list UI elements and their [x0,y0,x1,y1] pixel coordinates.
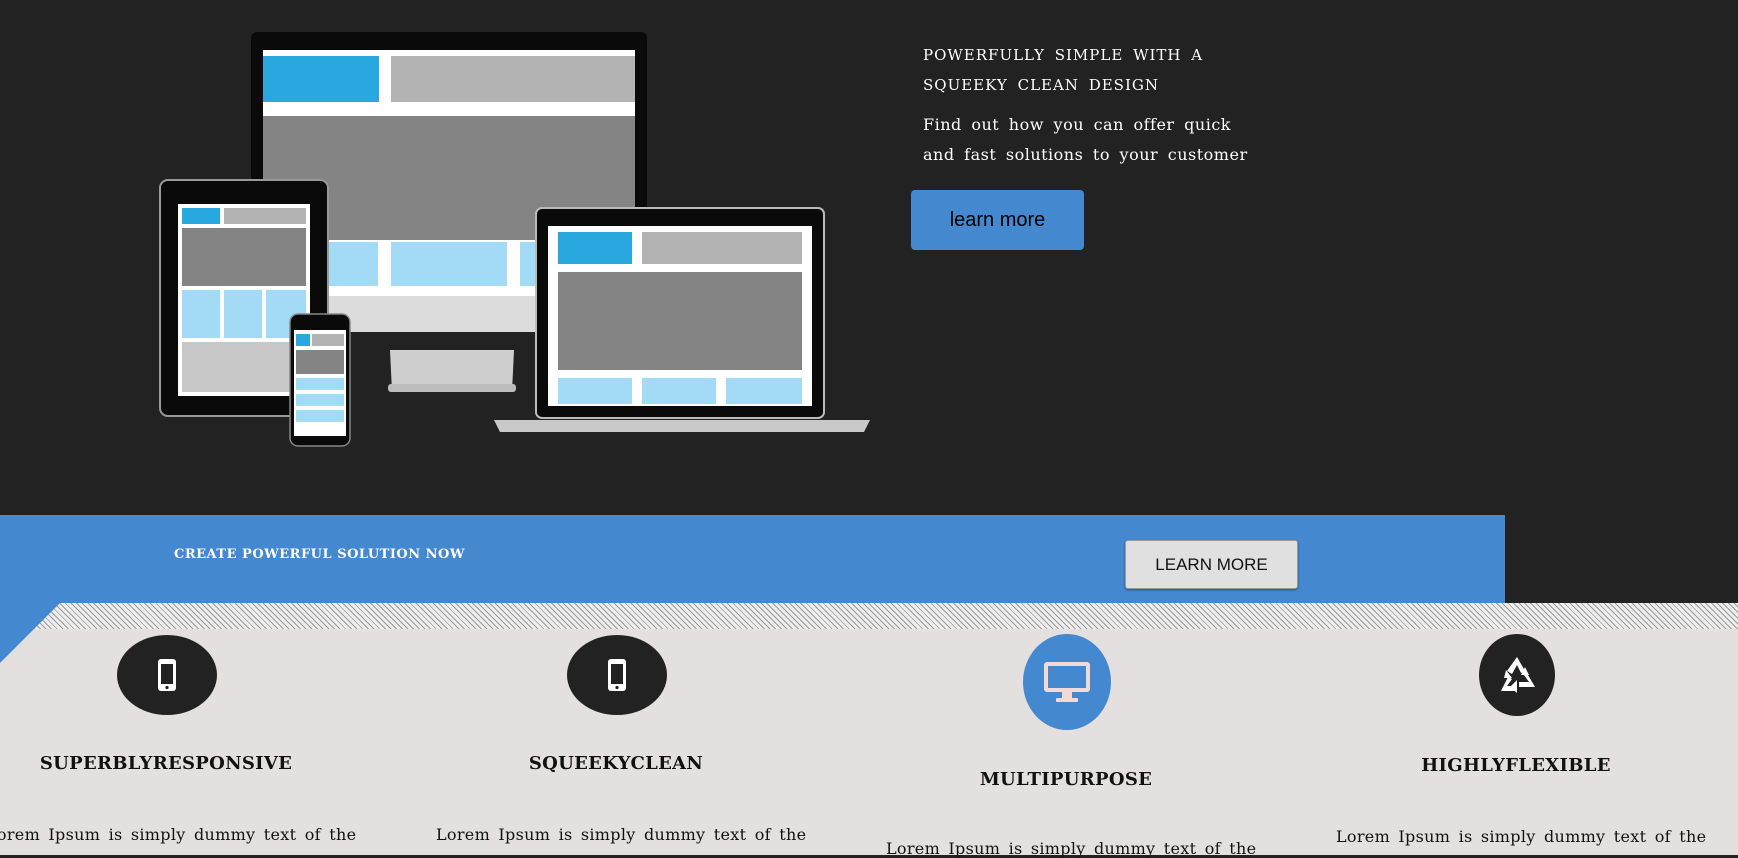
learn-more-cta-button[interactable]: LEARN MORE [1125,540,1298,589]
feature-flexible: HIGHLYFLEXIBLE Lorem Ipsum is simply dum… [1336,629,1707,855]
learn-more-button[interactable]: learn more [911,190,1084,250]
smartphone-icon [567,635,667,715]
hero-subtitle: Find out how you can offer quick and fas… [923,115,1248,164]
cta-title: CREATE POWERFUL SOLUTION NOW [174,547,465,562]
feature-text: Lorem Ipsum is simply dummy text of the [0,825,357,844]
smartphone-icon [117,635,217,715]
feature-text: Lorem Ipsum is simply dummy text of the [436,825,807,844]
hatched-divider [0,603,1738,629]
hero-section: POWERFULLY SIMPLE WITH A SQUEEKY CLEAN D… [0,0,1738,515]
feature-title: SUPERBLYRESPONSIVE [39,753,293,774]
feature-title: SQUEEKYCLEAN [528,753,704,774]
cta-band: CREATE POWERFUL SOLUTION NOW LEARN MORE [0,515,1505,603]
feature-multipurpose: MULTIPURPOSE Lorem Ipsum is simply dummy… [886,629,1257,858]
desktop-icon [1023,634,1111,730]
hero-title: POWERFULLY SIMPLE WITH A SQUEEKY CLEAN D… [923,46,1204,94]
recycle-icon [1479,634,1555,716]
corner-wedge [0,603,60,663]
feature-text: Lorem Ipsum is simply dummy text of the [886,839,1257,858]
laptop-image [494,207,870,432]
feature-title: MULTIPURPOSE [979,769,1153,790]
feature-clean: SQUEEKYCLEAN Lorem Ipsum is simply dummy… [436,629,807,855]
feature-text: Lorem Ipsum is simply dummy text of the [1336,827,1707,846]
smartphone-image [289,313,351,447]
features-section: SUPERBLYRESPONSIVE Lorem Ipsum is simply… [0,629,1738,858]
responsive-devices-illustration [159,32,870,447]
feature-title: HIGHLYFLEXIBLE [1421,755,1611,776]
